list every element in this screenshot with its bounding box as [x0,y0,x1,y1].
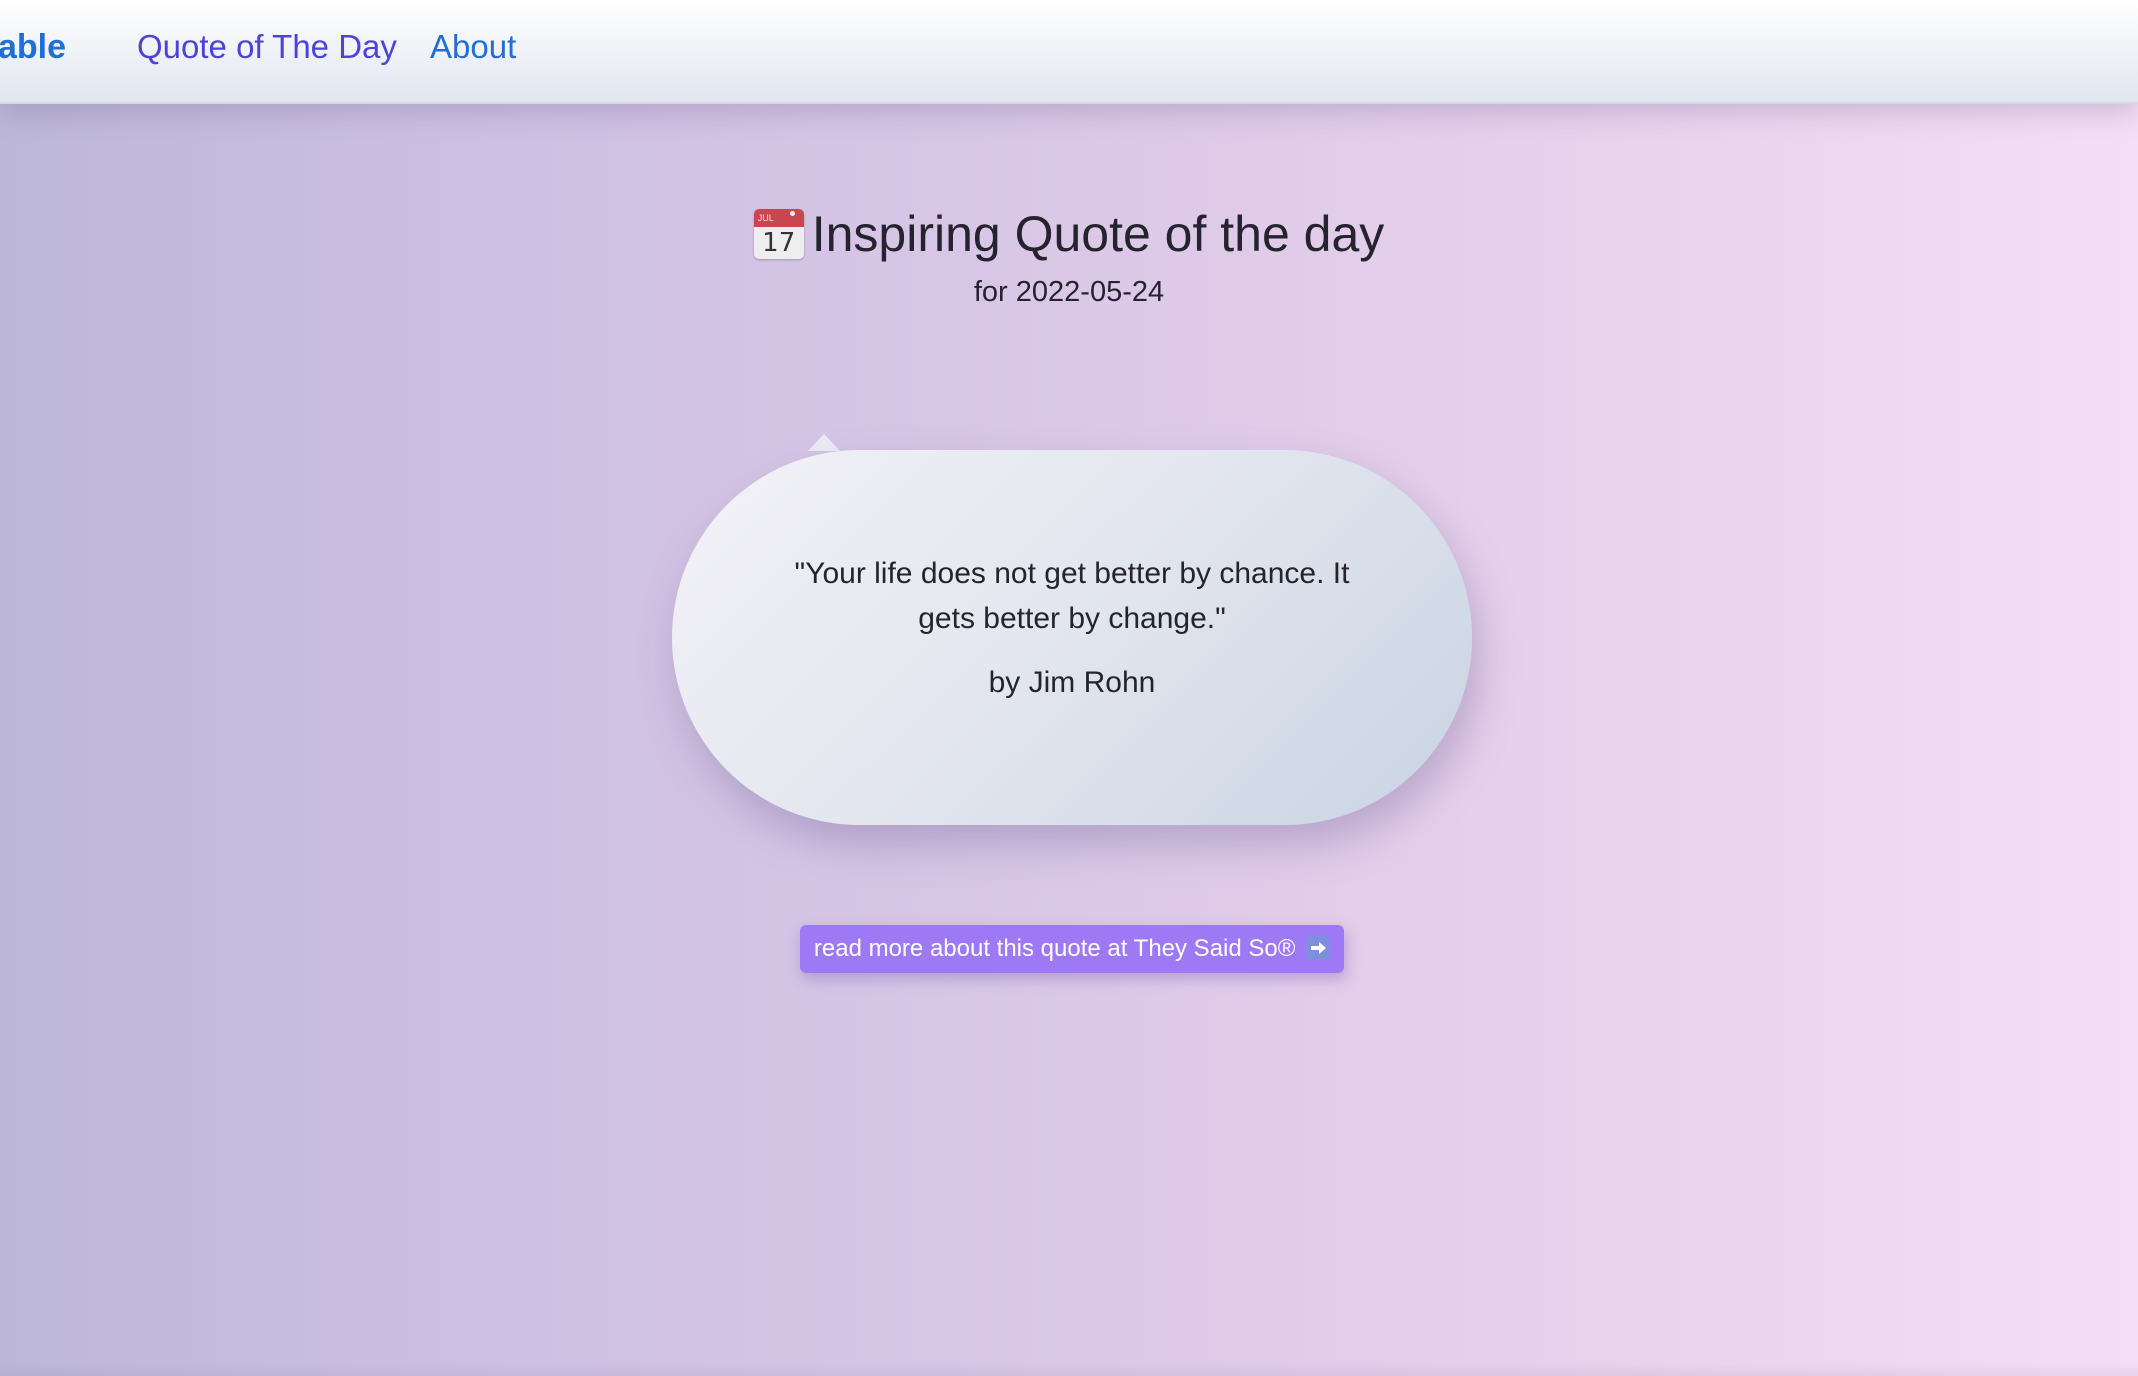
brand-link[interactable]: able [0,22,66,72]
read-more-button[interactable]: read more about this quote at They Said … [800,925,1344,973]
page-title: JUL 17 Inspiring Quote of the day [753,196,1385,272]
page-header: JUL 17 Inspiring Quote of the day for 20… [0,196,2138,312]
bottom-edge-shade [0,1362,2138,1376]
speech-bubble-tail [808,434,840,451]
nav-link-about[interactable]: About [430,22,516,72]
quote-bubble: "Your life does not get better by chance… [672,450,1472,825]
read-more-label: read more about this quote at They Said … [813,935,1296,962]
top-navbar: able Quote of The Day About [0,0,2138,104]
page-subtitle-date: for 2022-05-24 [973,276,1165,308]
quote-author: by Jim Rohn [988,666,1156,699]
calendar-icon: JUL 17 [753,209,804,259]
page-title-text: Inspiring Quote of the day [811,206,1385,262]
calendar-icon-day: 17 [762,228,796,258]
nav-link-quote-of-the-day[interactable]: Quote of The Day [137,22,397,72]
quote-text: "Your life does not get better by chance… [794,557,1350,635]
calendar-icon-month: JUL [753,209,804,227]
right-arrow-icon [1306,936,1331,960]
